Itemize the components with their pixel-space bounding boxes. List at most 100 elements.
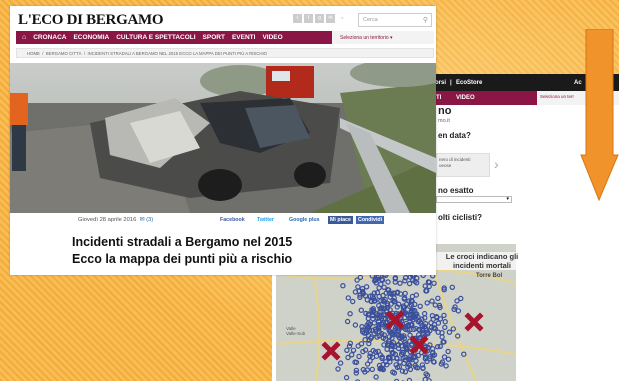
accident-marker[interactable] xyxy=(344,347,350,354)
share-button[interactable]: Condividi xyxy=(356,216,385,224)
nav-item-sport[interactable]: SPORT xyxy=(203,34,225,41)
article-photo xyxy=(10,63,436,213)
facebook-icon[interactable]: f xyxy=(304,14,313,23)
search-input[interactable]: Cerca ⚲ xyxy=(358,13,432,27)
accident-marker[interactable] xyxy=(443,363,449,369)
home-icon[interactable]: ⌂ xyxy=(22,34,26,41)
accident-marker[interactable] xyxy=(344,318,351,325)
accident-marker[interactable] xyxy=(421,310,428,317)
accident-marker[interactable] xyxy=(343,374,350,381)
back-title-fragment: no xyxy=(438,105,452,117)
accident-marker[interactable] xyxy=(335,366,341,372)
share-google-plus[interactable]: Google plus xyxy=(287,216,322,224)
accident-marker[interactable] xyxy=(371,320,378,326)
comment-icon[interactable]: ✉ xyxy=(138,217,145,223)
accident-marker[interactable] xyxy=(355,343,361,349)
accident-marker[interactable] xyxy=(446,329,453,335)
accident-marker[interactable] xyxy=(397,359,403,365)
comment-count[interactable]: (3) xyxy=(146,217,153,223)
accident-marker[interactable] xyxy=(441,312,447,319)
twitter-icon[interactable]: t xyxy=(293,14,302,23)
nav-item-cronaca[interactable]: CRONACA xyxy=(33,34,66,41)
accident-marker[interactable] xyxy=(397,280,403,286)
accident-marker[interactable] xyxy=(455,308,462,314)
accident-marker[interactable] xyxy=(432,302,438,308)
accident-marker[interactable] xyxy=(350,347,357,354)
like-button[interactable]: Mi piace xyxy=(328,216,353,224)
accident-marker[interactable] xyxy=(355,284,361,290)
article-date: Giovedì 28 aprile 2016 xyxy=(78,217,137,223)
accident-marker[interactable] xyxy=(345,295,352,301)
accident-marker[interactable] xyxy=(422,376,428,381)
accident-marker[interactable] xyxy=(435,320,442,326)
accident-marker[interactable] xyxy=(345,354,351,361)
nav-item-cultura[interactable]: CULTURA E SPETTACOLI xyxy=(116,34,195,41)
accident-marker[interactable] xyxy=(449,284,455,291)
article-meta: Giovedì 28 aprile 2016 ✉ (3) xyxy=(78,217,153,223)
accident-marker[interactable] xyxy=(340,283,346,289)
accident-marker[interactable] xyxy=(445,348,451,355)
google-plus-icon[interactable]: g xyxy=(315,14,324,23)
accident-marker[interactable] xyxy=(441,354,448,360)
nav-item-economia[interactable]: ECONOMIA xyxy=(73,34,109,41)
accident-marker[interactable] xyxy=(385,279,391,285)
accident-marker[interactable] xyxy=(337,360,344,366)
accident-marker[interactable] xyxy=(406,280,413,287)
nav-item-eventi[interactable]: EVENTI xyxy=(232,34,255,41)
facebook-share-label: Facebook xyxy=(220,217,245,223)
rss-icon[interactable]: ◔ xyxy=(337,14,346,23)
territory-select[interactable]: Seleziona un territorio ▾ xyxy=(332,31,434,44)
accident-marker[interactable] xyxy=(352,322,359,328)
headline-line-1: Incidenti stradali a Bergamo nel 2015 xyxy=(72,235,293,249)
headline-line-2: Ecco la mappa dei punti più a rischio xyxy=(72,252,293,266)
breadcrumb-home[interactable]: HOME xyxy=(27,51,40,56)
accident-marker[interactable] xyxy=(358,307,365,313)
crash-photo xyxy=(10,63,436,213)
back-select[interactable]: ▾ xyxy=(436,196,512,203)
back-question-2: no esatto xyxy=(438,186,474,195)
article-headline[interactable]: Incidenti stradali a Bergamo nel 2015 Ec… xyxy=(72,234,292,268)
down-arrow-icon xyxy=(580,29,619,201)
share-label: Condividi xyxy=(358,217,383,223)
accident-marker[interactable] xyxy=(435,295,441,302)
accident-marker[interactable] xyxy=(431,280,437,287)
back-top-link-2[interactable]: EcoStore xyxy=(456,80,482,86)
accident-marker[interactable] xyxy=(424,300,430,306)
share-twitter[interactable]: Twitter xyxy=(255,216,276,224)
search-icon[interactable]: ⚲ xyxy=(423,16,428,24)
nav-item-video[interactable]: VIDEO xyxy=(262,34,282,41)
google-share-label: Google plus xyxy=(289,217,320,223)
accident-marker[interactable] xyxy=(378,281,384,288)
accident-marker[interactable] xyxy=(349,298,356,305)
accident-marker[interactable] xyxy=(373,374,379,380)
accident-marker[interactable] xyxy=(356,353,362,360)
twitter-share-label: Twitter xyxy=(257,217,274,223)
article-page: L'ECO DI BERGAMO t f g ✉ ◔ Cerca ⚲ ⌂ CRO… xyxy=(10,6,436,275)
accident-marker[interactable] xyxy=(442,318,448,325)
chevron-right-icon[interactable]: › xyxy=(494,156,499,172)
accident-marker[interactable] xyxy=(439,334,445,340)
accident-marker[interactable] xyxy=(429,298,435,304)
accident-marker[interactable] xyxy=(402,290,408,297)
accident-marker[interactable] xyxy=(413,292,419,298)
back-site-fragment: mo.it xyxy=(438,118,450,124)
mail-icon[interactable]: ✉ xyxy=(326,14,335,23)
accident-marker[interactable] xyxy=(454,298,460,304)
back-card[interactable]: nero di incidenti oeose xyxy=(436,153,490,177)
back-nav-item[interactable]: TI xyxy=(436,95,441,101)
accident-marker[interactable] xyxy=(384,346,390,353)
like-label: Mi piace xyxy=(330,217,351,223)
map-legend-note: Le croci indicano gli incidenti mortali xyxy=(436,252,528,270)
back-nav-video[interactable]: VIDEO xyxy=(456,95,475,101)
accident-marker[interactable] xyxy=(442,324,448,331)
share-facebook[interactable]: Facebook xyxy=(218,216,247,224)
accident-marker[interactable] xyxy=(347,310,353,317)
back-card-text-2: oeose xyxy=(439,163,452,168)
accident-marker[interactable] xyxy=(373,353,380,359)
breadcrumb-section[interactable]: BERGAMO CITTÀ xyxy=(46,51,82,56)
map-place-label-2: Valle Valle-Sub xyxy=(286,326,306,336)
accident-marker[interactable] xyxy=(417,303,423,310)
accident-marker[interactable] xyxy=(369,366,376,373)
accident-marker[interactable] xyxy=(407,332,413,338)
site-logo[interactable]: L'ECO DI BERGAMO xyxy=(18,12,164,29)
